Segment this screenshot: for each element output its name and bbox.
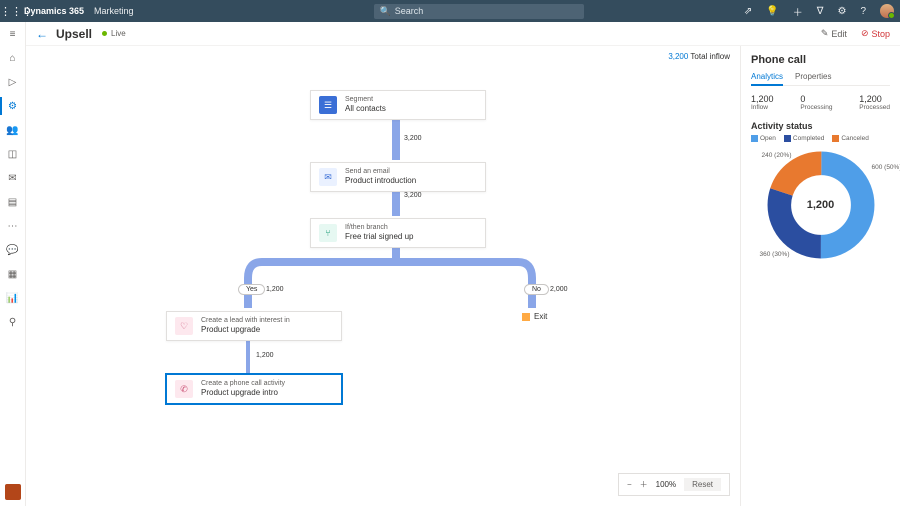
metric-inflow: 1,200Inflow xyxy=(751,94,774,111)
stop-button[interactable]: ⊘Stop xyxy=(861,28,890,39)
donut-center-value: 1,200 xyxy=(807,199,835,211)
nav-bottom-badge[interactable] xyxy=(5,484,21,500)
edit-button[interactable]: ✎Edit xyxy=(821,28,847,39)
chart-legend: Open Completed Canceled xyxy=(751,135,890,142)
donut-chart: 1,200 240 (20%) 600 (50%) 360 (30%) xyxy=(766,150,876,260)
area-name: Marketing xyxy=(84,6,134,16)
page-actions: ✎Edit ⊘Stop xyxy=(821,28,890,39)
stop-icon: ⊘ xyxy=(861,28,869,39)
zoom-reset-button[interactable]: Reset xyxy=(684,478,721,491)
nav-hamburger-icon[interactable]: ≡ xyxy=(5,26,21,42)
panel-tabs: Analytics Properties xyxy=(751,72,890,86)
properties-panel: Phone call Analytics Properties 1,200Inf… xyxy=(740,46,900,506)
legend-swatch-completed xyxy=(784,135,791,142)
left-nav-rail: ≡ ⌂ ▷ ⚙ 👥 ◫ ✉ ▤ ⋯ 💬 ▦ 📊 ⚲ xyxy=(0,22,26,506)
search-input[interactable]: 🔍 Search xyxy=(374,4,584,19)
tab-properties[interactable]: Properties xyxy=(795,72,831,85)
pencil-icon: ✎ xyxy=(821,28,829,39)
tab-analytics[interactable]: Analytics xyxy=(751,72,783,86)
page-title: Upsell xyxy=(56,27,92,41)
node-lead[interactable]: ♡ Create a lead with interest inProduct … xyxy=(166,311,342,341)
status-badge: Live xyxy=(102,29,126,38)
segment-icon: ☰ xyxy=(319,96,337,114)
nav-emails-icon[interactable]: ✉ xyxy=(5,170,21,186)
phone-icon: ✆ xyxy=(175,380,193,398)
lead-icon: ♡ xyxy=(175,317,193,335)
edge-count: 3,200 xyxy=(404,135,422,142)
edge-count: 3,200 xyxy=(404,192,422,199)
product-name: Dynamics 365 xyxy=(22,6,84,16)
settings-icon[interactable]: ⚙ xyxy=(837,6,846,17)
nav-more-icon[interactable]: ⋯ xyxy=(5,218,21,234)
avatar[interactable] xyxy=(880,4,894,18)
node-phone-call[interactable]: ✆ Create a phone call activityProduct up… xyxy=(166,374,342,404)
nav-reports-icon[interactable]: 📊 xyxy=(5,290,21,306)
nav-journeys-icon[interactable]: ⚙ xyxy=(5,98,21,114)
branch-icon: ⑂ xyxy=(319,224,337,242)
zoom-in-button[interactable]: ＋ xyxy=(640,479,648,490)
branch-yes-badge: Yes xyxy=(238,284,265,295)
zoom-out-button[interactable]: − xyxy=(627,480,632,489)
metric-processed: 1,200Processed xyxy=(859,94,890,111)
branch-no-badge: No xyxy=(524,284,549,295)
panel-title: Phone call xyxy=(751,54,890,66)
nav-play-icon[interactable]: ▷ xyxy=(5,74,21,90)
nav-segments-icon[interactable]: ◫ xyxy=(5,146,21,162)
search-placeholder: Search xyxy=(395,6,424,16)
plus-icon[interactable]: ＋ xyxy=(793,4,803,19)
lightbulb-icon[interactable]: 💡 xyxy=(766,6,778,17)
activity-status-title: Activity status xyxy=(751,121,890,131)
node-email[interactable]: ✉ Send an emailProduct introduction xyxy=(310,162,486,192)
global-topbar: ⋮⋮⋮ Dynamics 365 Marketing 🔍 Search ⇗ 💡 … xyxy=(0,0,900,22)
exit-icon xyxy=(522,313,530,321)
edge-count: 1,200 xyxy=(256,352,274,359)
metric-processing: 0Processing xyxy=(800,94,832,111)
inflow-metrics: 1,200Inflow 0Processing 1,200Processed xyxy=(751,94,890,111)
page-header: ← Upsell Live ✎Edit ⊘Stop xyxy=(26,22,900,46)
edge-count: 2,000 xyxy=(550,286,568,293)
nav-forms-icon[interactable]: ▤ xyxy=(5,194,21,210)
help-icon[interactable]: ? xyxy=(860,6,866,17)
nav-contacts-icon[interactable]: 👥 xyxy=(5,122,21,138)
zoom-percent: 100% xyxy=(656,480,676,489)
legend-swatch-open xyxy=(751,135,758,142)
donut-label-open: 600 (50%) xyxy=(872,164,900,171)
donut-label-completed: 360 (30%) xyxy=(760,251,790,258)
share-icon[interactable]: ⇗ xyxy=(744,6,752,17)
filter-icon[interactable]: ∇ xyxy=(817,6,824,17)
donut-label-canceled: 240 (20%) xyxy=(762,152,792,159)
waffle-icon[interactable]: ⋮⋮⋮ xyxy=(0,5,22,18)
legend-swatch-canceled xyxy=(832,135,839,142)
edge-count: 1,200 xyxy=(266,286,284,293)
zoom-toolbar: − ＋ 100% Reset xyxy=(618,473,730,496)
topbar-actions: ⇗ 💡 ＋ ∇ ⚙ ? xyxy=(744,4,900,19)
exit-node: Exit xyxy=(522,312,547,321)
nav-settings-icon[interactable]: ⚲ xyxy=(5,314,21,330)
nav-home-icon[interactable]: ⌂ xyxy=(5,50,21,66)
node-branch[interactable]: ⑂ If/then branchFree trial signed up xyxy=(310,218,486,248)
back-arrow-icon[interactable]: ← xyxy=(36,27,48,41)
search-icon: 🔍 xyxy=(380,6,391,17)
node-segment[interactable]: ☰ SegmentAll contacts xyxy=(310,90,486,120)
email-icon: ✉ xyxy=(319,168,337,186)
journey-canvas[interactable]: 3,200 Total inflow ☰ SegmentAll contacts… xyxy=(26,46,740,506)
nav-chat-icon[interactable]: 💬 xyxy=(5,242,21,258)
nav-calendar-icon[interactable]: ▦ xyxy=(5,266,21,282)
